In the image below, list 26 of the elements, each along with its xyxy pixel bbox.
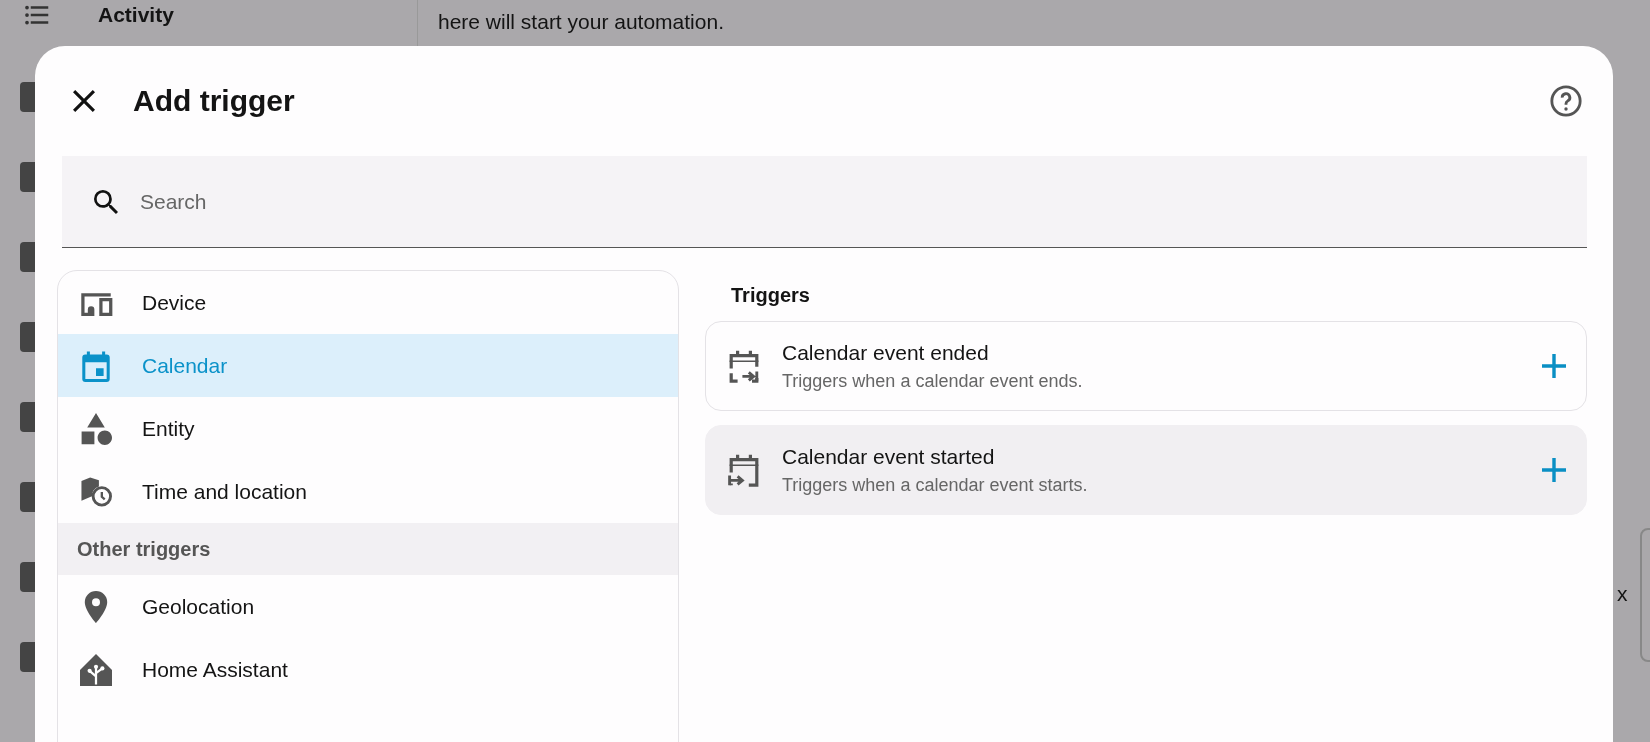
text-fragment: x: [1617, 582, 1628, 606]
plus-icon[interactable]: [1542, 458, 1566, 482]
trigger-description: Triggers when a calendar event ends.: [782, 370, 1084, 392]
close-icon[interactable]: [73, 90, 95, 112]
calendar-arrow-icon: [728, 453, 760, 487]
section-title: Triggers: [730, 283, 811, 308]
help-icon[interactable]: [1549, 84, 1583, 118]
plus-icon[interactable]: [1542, 354, 1566, 378]
trigger-card[interactable]: Calendar event ended Triggers when a calendar event ends.: [705, 321, 1587, 411]
trigger-card[interactable]: Calendar event started Triggers when a calendar event starts.: [705, 425, 1587, 515]
house-icon: [78, 653, 114, 686]
group-header: Other triggers: [58, 523, 678, 575]
category-item[interactable]: Time and location: [58, 460, 678, 523]
sidebar-item[interactable]: Activity: [98, 3, 174, 27]
trigger-title: Calendar event ended: [782, 340, 990, 365]
description-text: here will start your automation.: [437, 9, 724, 35]
category-item[interactable]: Device: [58, 271, 678, 334]
category-item[interactable]: Geolocation: [58, 575, 678, 638]
dialog-title: Add trigger: [133, 84, 296, 118]
trigger-description: Triggers when a calendar event starts.: [782, 474, 1089, 496]
calendar-arrow-icon: [728, 349, 760, 383]
map-clock-icon: [78, 475, 114, 508]
category-item[interactable]: Home Assistant: [58, 638, 678, 701]
search-field[interactable]: Search: [62, 156, 1587, 248]
category-item[interactable]: Entity: [58, 397, 678, 460]
trigger-title: Calendar event started: [782, 444, 996, 469]
